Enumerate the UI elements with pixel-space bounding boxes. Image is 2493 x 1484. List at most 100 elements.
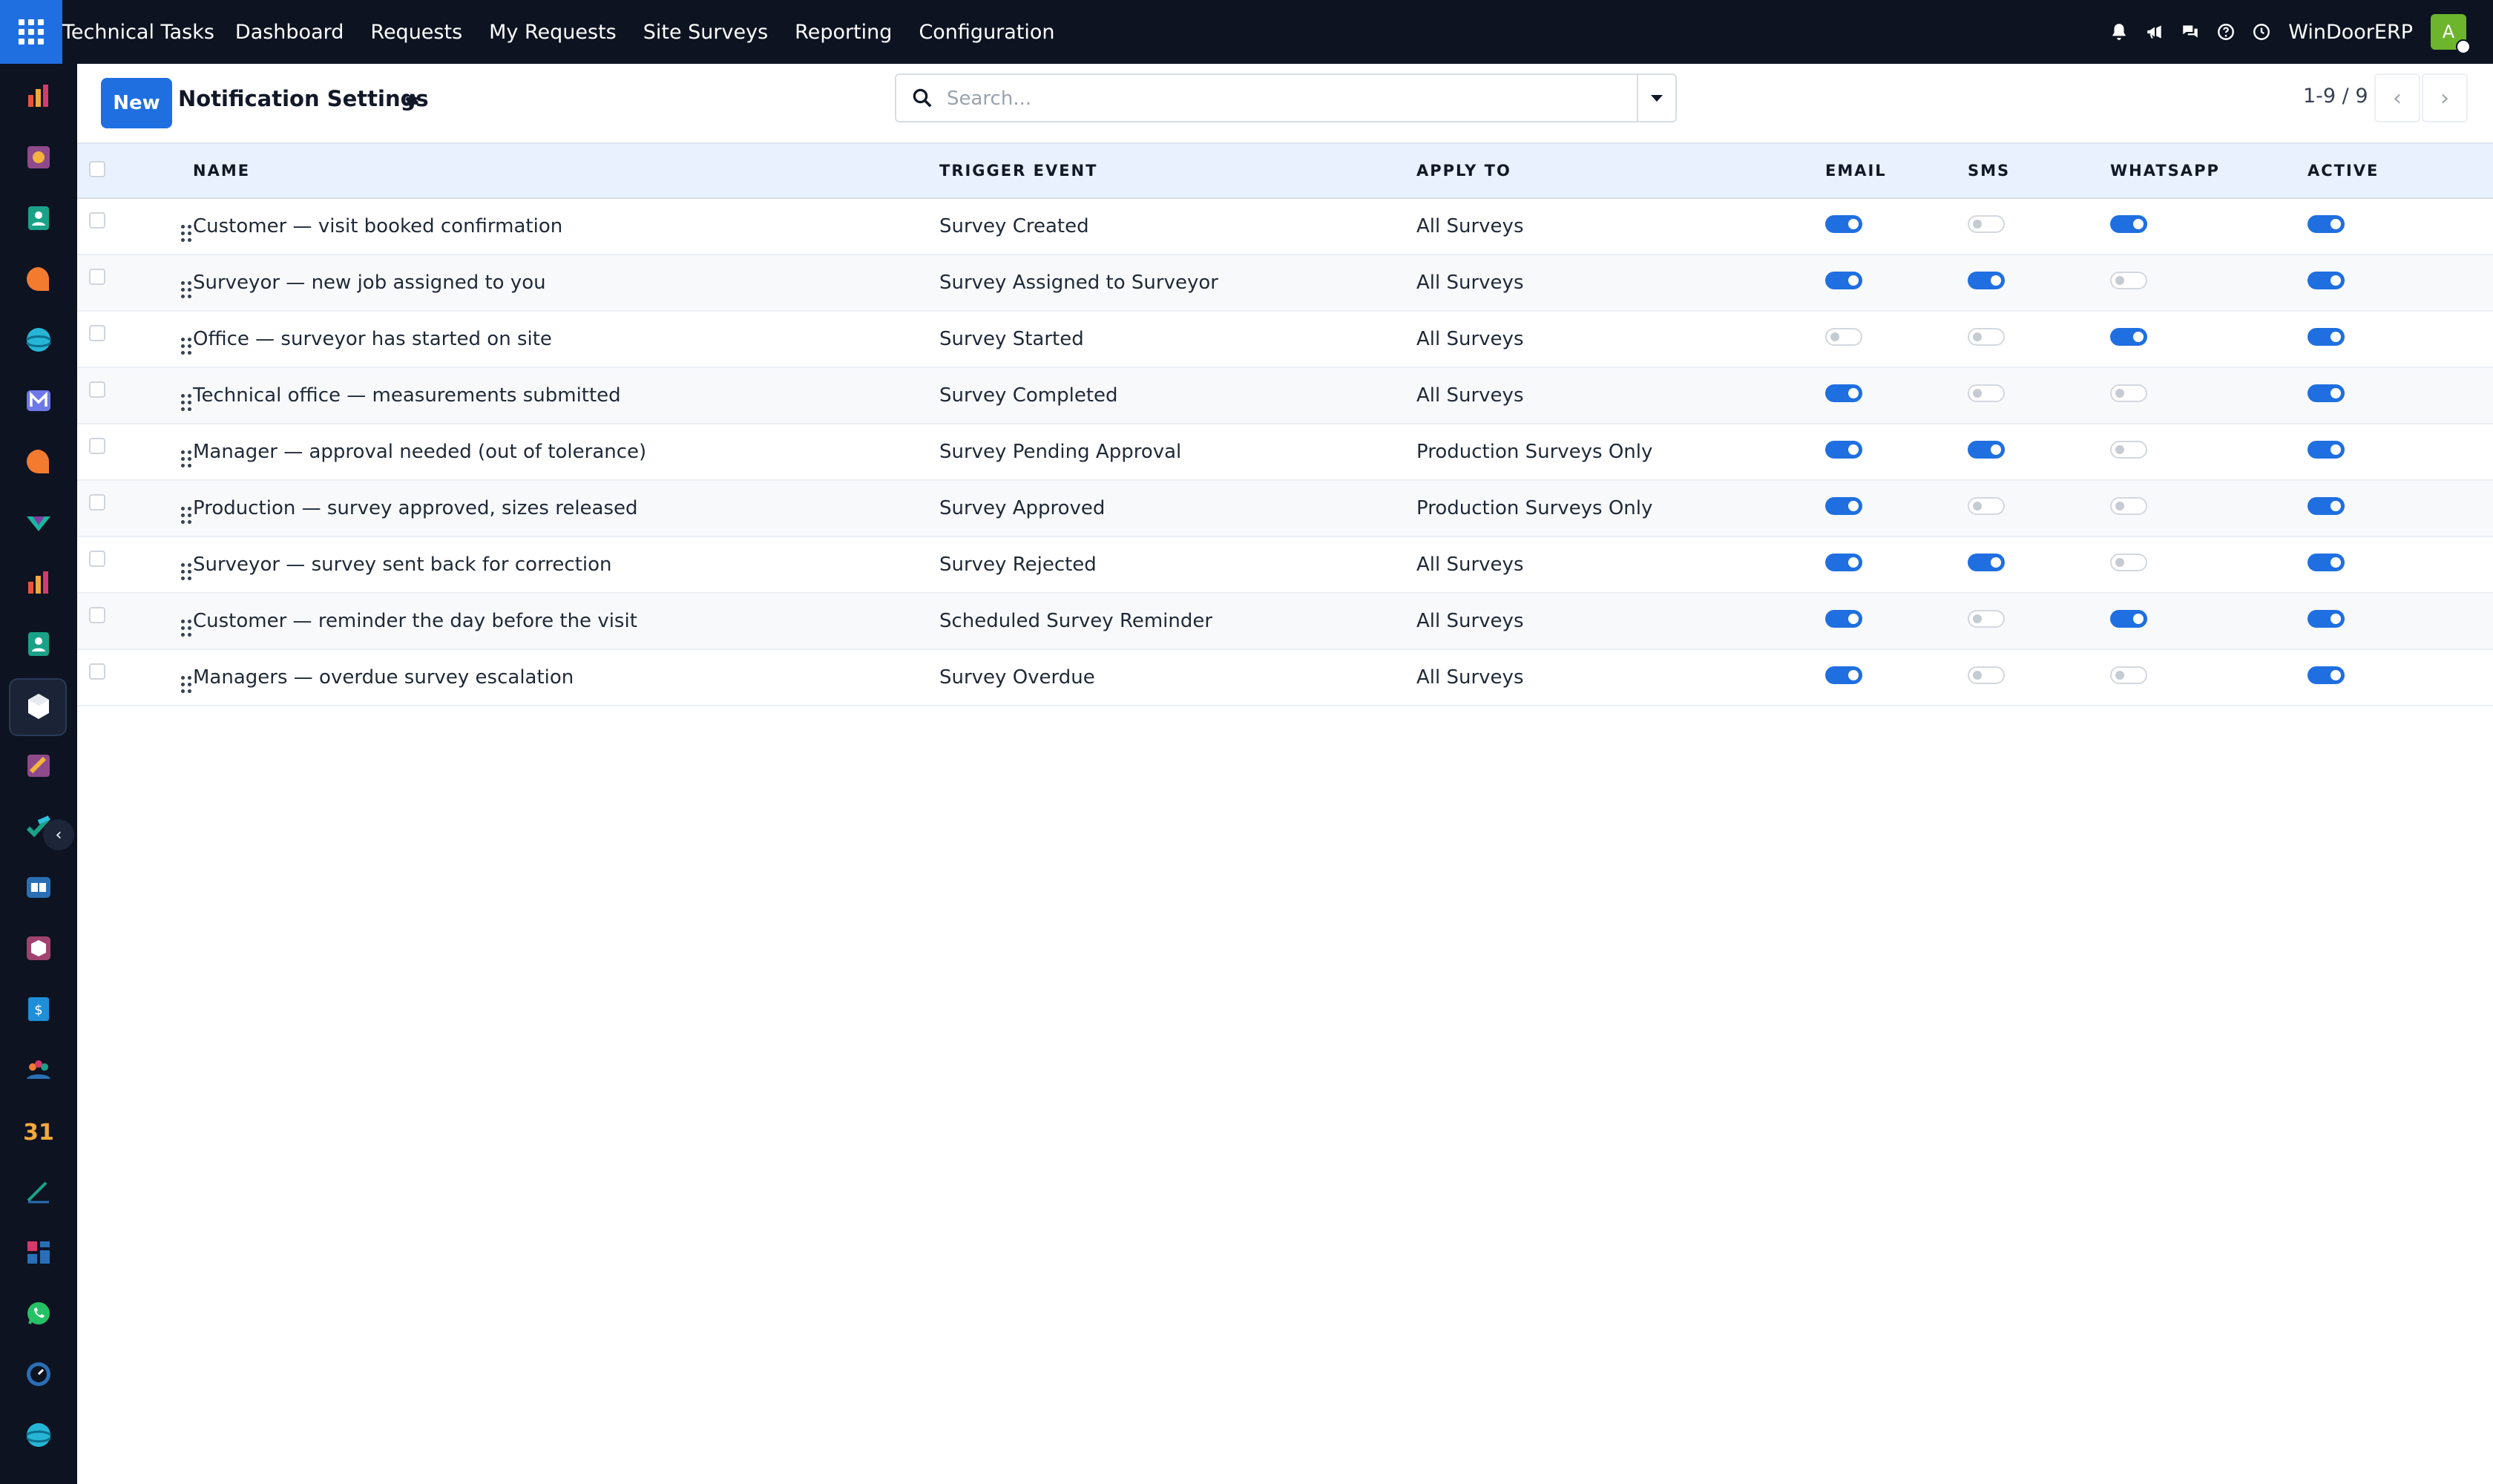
whatsapp-toggle[interactable] (2110, 496, 2147, 515)
row-checkbox[interactable] (89, 606, 105, 623)
active-toggle[interactable] (2308, 440, 2345, 459)
cell-name[interactable]: Customer — visit booked confirmation (193, 198, 939, 255)
active-toggle[interactable] (2308, 609, 2345, 628)
cell-name[interactable]: Managers — overdue survey escalation (193, 649, 939, 706)
sms-toggle[interactable] (1968, 609, 2005, 628)
app-name[interactable]: Technical Tasks (62, 21, 214, 44)
table-row[interactable]: Production — survey approved, sizes rele… (77, 480, 2493, 536)
column-header-sms[interactable]: SMS (1968, 143, 2110, 198)
project-app-icon[interactable] (19, 138, 58, 177)
new-button[interactable]: New (101, 78, 172, 128)
search-input[interactable] (947, 84, 1615, 114)
drag-handle-icon[interactable] (181, 337, 191, 355)
website-2-app-icon[interactable] (19, 1416, 58, 1454)
contacts-app-icon[interactable] (19, 199, 58, 237)
avatar[interactable]: A (2431, 14, 2471, 54)
column-header-name[interactable]: NAME (193, 143, 939, 198)
table-row[interactable]: Customer — visit booked confirmation Surv… (77, 198, 2493, 255)
cell-apply-to[interactable]: All Surveys (1416, 255, 1825, 311)
pager-next-button[interactable]: › (2422, 73, 2468, 122)
table-row[interactable]: Manager — approval needed (out of tolera… (77, 424, 2493, 480)
table-row[interactable]: Surveyor — new job assigned to you Survey… (77, 255, 2493, 311)
field-service-app-icon[interactable] (19, 503, 58, 542)
live-chat-app-icon[interactable] (19, 442, 58, 481)
search-options-toggle[interactable] (1637, 75, 1675, 121)
cell-trigger-event[interactable]: Survey Assigned to Surveyor (939, 255, 1416, 311)
whatsapp-toggle[interactable] (2110, 214, 2147, 233)
discuss-app-icon[interactable] (19, 260, 58, 298)
email-toggle[interactable] (1825, 440, 1862, 459)
chat-icon[interactable] (2172, 0, 2208, 64)
sms-toggle[interactable] (1968, 384, 2005, 402)
app-menu-button[interactable] (0, 0, 62, 64)
company-switcher[interactable]: WinDoorERP (2288, 21, 2413, 44)
drag-handle-icon[interactable] (181, 393, 191, 411)
sign-app-icon[interactable] (19, 1172, 58, 1211)
active-toggle[interactable] (2308, 214, 2345, 233)
sms-toggle[interactable] (1968, 327, 2005, 346)
cell-apply-to[interactable]: All Surveys (1416, 536, 1825, 593)
sms-toggle[interactable] (1968, 440, 2005, 459)
table-row[interactable]: Office — surveyor has started on site Sur… (77, 311, 2493, 367)
select-all-checkbox[interactable] (89, 160, 105, 177)
row-checkbox[interactable] (89, 211, 105, 229)
table-row[interactable]: Customer — reminder the day before the v… (77, 593, 2493, 649)
cell-apply-to[interactable]: Production Surveys Only (1416, 424, 1825, 480)
cell-apply-to[interactable]: All Surveys (1416, 311, 1825, 367)
website-app-icon[interactable] (19, 321, 58, 359)
email-toggle[interactable] (1825, 666, 1862, 684)
table-row[interactable]: Technical office — measurements submitte… (77, 367, 2493, 424)
cell-apply-to[interactable]: All Surveys (1416, 367, 1825, 424)
megaphone-icon[interactable] (2137, 0, 2172, 64)
whatsapp-toggle[interactable] (2110, 327, 2147, 346)
active-toggle[interactable] (2308, 327, 2345, 346)
menu-my-requests[interactable]: My Requests (489, 21, 617, 44)
row-checkbox[interactable] (89, 381, 105, 398)
whatsapp-toggle[interactable] (2110, 440, 2147, 459)
clock-icon[interactable] (2244, 0, 2279, 64)
drag-handle-icon[interactable] (181, 280, 191, 298)
cell-trigger-event[interactable]: Survey Created (939, 198, 1416, 255)
sms-toggle[interactable] (1968, 271, 2005, 289)
cell-name[interactable]: Office — surveyor has started on site (193, 311, 939, 367)
cell-trigger-event[interactable]: Survey Rejected (939, 536, 1416, 593)
row-checkbox[interactable] (89, 324, 105, 341)
sales-app-icon[interactable] (19, 77, 58, 116)
pager-value[interactable]: 1-9 / 9 (2303, 85, 2368, 108)
email-toggle[interactable] (1825, 609, 1862, 628)
cell-name[interactable]: Surveyor — new job assigned to you (193, 255, 939, 311)
cell-trigger-event[interactable]: Survey Pending Approval (939, 424, 1416, 480)
cell-name[interactable]: Production — survey approved, sizes rele… (193, 480, 939, 536)
cell-trigger-event[interactable]: Scheduled Survey Reminder (939, 593, 1416, 649)
active-toggle[interactable] (2308, 666, 2345, 684)
sms-toggle[interactable] (1968, 214, 2005, 233)
active-toggle[interactable] (2308, 496, 2345, 515)
cell-trigger-event[interactable]: Survey Overdue (939, 649, 1416, 706)
cell-apply-to[interactable]: All Surveys (1416, 593, 1825, 649)
calendar-app-icon[interactable]: 31 (19, 1112, 58, 1150)
cell-name[interactable]: Manager — approval needed (out of tolera… (193, 424, 939, 480)
active-toggle[interactable] (2308, 384, 2345, 402)
cell-trigger-event[interactable]: Survey Approved (939, 480, 1416, 536)
email-toggle[interactable] (1825, 496, 1862, 515)
email-toggle[interactable] (1825, 327, 1862, 346)
sidebar-collapse-button[interactable]: ‹ (43, 819, 74, 850)
team-app-icon[interactable] (19, 1051, 58, 1089)
menu-configuration[interactable]: Configuration (919, 21, 1054, 44)
cell-apply-to[interactable]: Production Surveys Only (1416, 480, 1825, 536)
drag-handle-icon[interactable] (181, 562, 191, 580)
menu-requests[interactable]: Requests (370, 21, 462, 44)
gear-icon[interactable] (401, 90, 421, 111)
column-header-active[interactable]: ACTIVE (2308, 143, 2493, 198)
cell-name[interactable]: Customer — reminder the day before the v… (193, 593, 939, 649)
sms-toggle[interactable] (1968, 666, 2005, 684)
cell-name[interactable]: Technical office — measurements submitte… (193, 367, 939, 424)
row-checkbox[interactable] (89, 437, 105, 454)
drag-handle-icon[interactable] (181, 506, 191, 524)
planning-app-icon[interactable] (19, 746, 58, 785)
column-header-email[interactable]: EMAIL (1825, 143, 1968, 198)
invoicing-app-icon[interactable]: $ (19, 990, 58, 1028)
row-checkbox[interactable] (89, 493, 105, 510)
knowledge-app-icon[interactable] (19, 868, 58, 907)
row-checkbox[interactable] (89, 663, 105, 680)
